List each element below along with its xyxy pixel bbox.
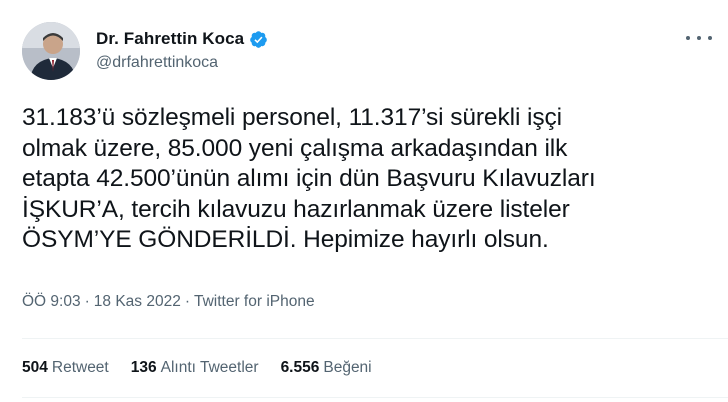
user-handle[interactable]: @drfahrettinkoca [96,54,218,72]
like-count: 6.556 [280,359,320,376]
quote-label: Alıntı Tweetler [160,359,259,376]
retweet-stat[interactable]: 504 Retweet [22,359,109,377]
name-row: Dr. Fahrettin Koca [96,29,268,49]
divider [22,397,728,398]
like-label: Beğeni [323,359,372,376]
avatar[interactable] [22,22,80,80]
verified-badge-icon [250,30,268,48]
more-options-icon[interactable] [686,30,712,46]
quote-tweet-stat[interactable]: 136 Alıntı Tweetler [131,359,259,377]
meta-separator: · [84,293,90,310]
meta-separator: · [184,293,190,310]
like-stat[interactable]: 6.556 Beğeni [281,359,372,377]
display-name[interactable]: Dr. Fahrettin Koca [96,29,244,49]
tweet-date[interactable]: 18 Kas 2022 [94,293,181,311]
tweet-source[interactable]: Twitter for iPhone [194,293,315,311]
tweet-card: Dr. Fahrettin Koca @drfahrettinkoca 31.1… [0,0,728,402]
retweet-count: 504 [22,359,48,376]
tweet-meta: ÖÖ 9:03 · 18 Kas 2022 · Twitter for iPho… [22,293,315,311]
divider [22,338,728,339]
avatar-photo-icon [22,22,80,80]
tweet-time[interactable]: ÖÖ 9:03 [22,293,81,311]
quote-count: 136 [130,359,157,376]
engagement-stats: 504 Retweet 136 Alıntı Tweetler 6.556 Beğen… [22,359,394,377]
tweet-text: 31.183’ü sözleşmeli personel, 11.317’si … [22,104,596,253]
retweet-label: Retweet [51,359,109,376]
